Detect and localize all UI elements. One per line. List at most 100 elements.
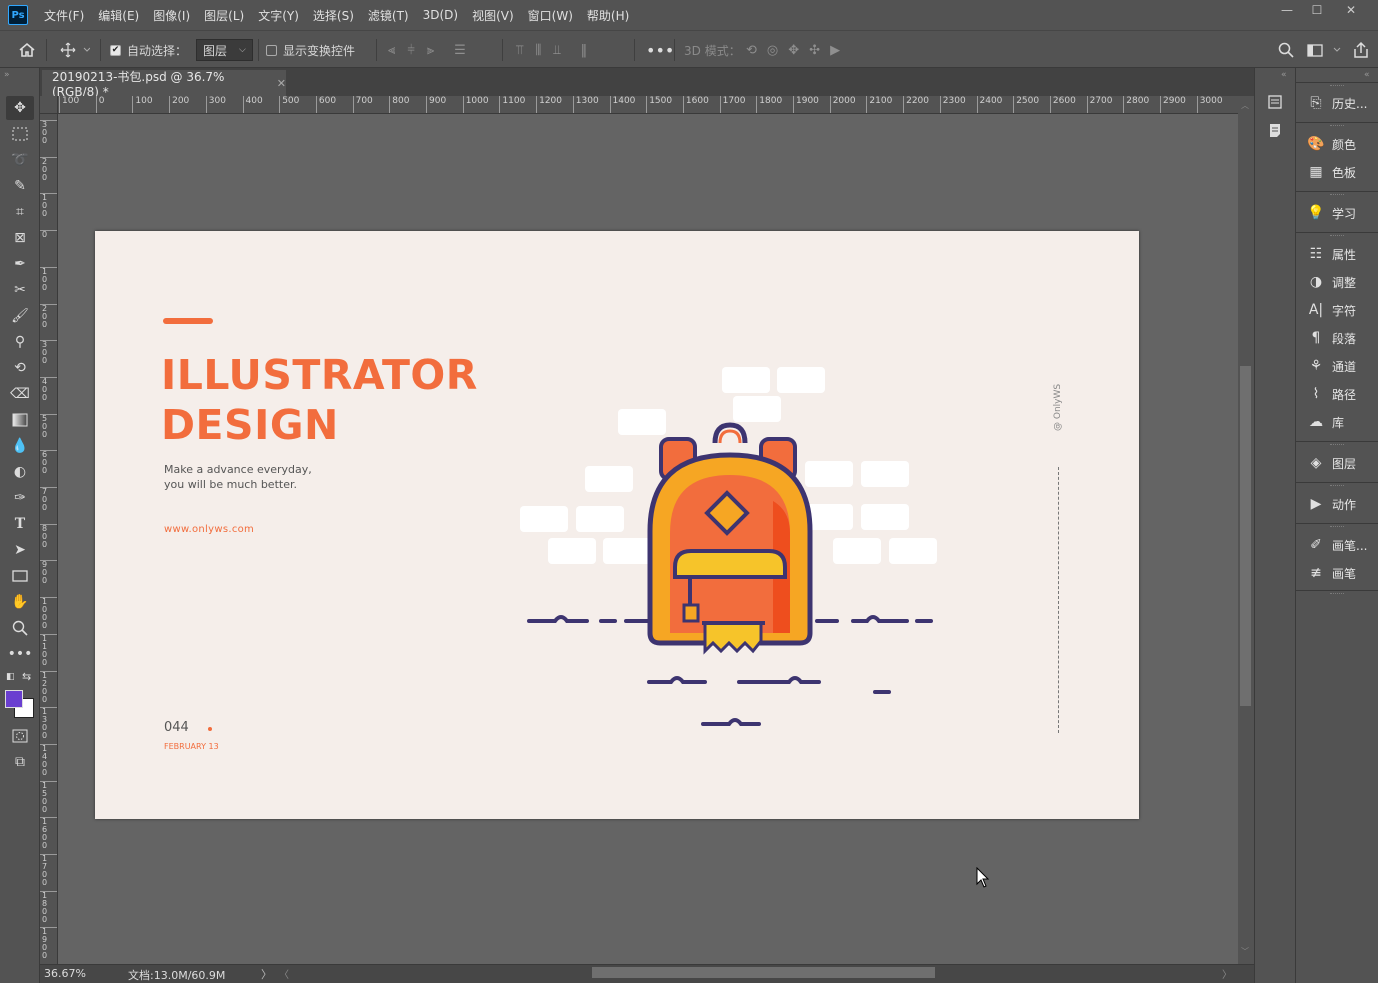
rectangular-marquee-icon[interactable] [6,122,34,146]
zoom-tool-icon[interactable] [6,616,34,640]
menu-3d[interactable]: 3D(D) [423,8,458,22]
align-left-icon[interactable]: ⫷ [388,43,395,58]
distribute-horizontal-icon[interactable]: ☰ [454,43,466,58]
panel-color[interactable]: 🎨 颜色 [1296,131,1378,157]
dodge-icon[interactable]: ◐ [6,460,34,484]
auto-select-checkbox[interactable]: ✔ 自动选择： [110,31,187,69]
frame-tool-icon[interactable]: ⊠ [6,226,34,250]
menu-filter[interactable]: 滤镜(T) [368,7,409,24]
more-options-icon[interactable]: ••• [646,31,674,69]
collapse-arrows-icon[interactable]: » [4,70,10,80]
collapse-arrows-icon[interactable]: « [1281,70,1287,80]
minimize-button[interactable]: — [1272,0,1302,20]
photoshop-logo[interactable]: Ps [8,5,28,25]
align-vertical-center-icon[interactable]: ⫼ [535,43,541,58]
distribute-vertical-icon[interactable]: ‖ [581,43,588,58]
hand-tool-icon[interactable]: ✋ [6,590,34,614]
history-brush-icon[interactable]: ⟲ [6,356,34,380]
default-colors-icon[interactable]: ◧ [6,672,15,682]
brush-icon[interactable]: 🖌 [6,304,34,328]
panel-layers[interactable]: ◈ 图层 [1296,450,1378,476]
panel-brushes[interactable]: ≢ 画笔 [1296,560,1378,586]
document-canvas[interactable]: ILLUSTRATOR DESIGN Make a advance everyd… [95,231,1139,819]
close-button[interactable]: ✕ [1336,0,1366,20]
path-selection-icon[interactable]: ➤ [6,538,34,562]
search-icon[interactable] [1278,31,1294,69]
pen-icon[interactable]: ✑ [6,486,34,510]
menu-window[interactable]: 窗口(W) [528,7,573,24]
3d-slide-icon[interactable]: ✣ [809,43,820,58]
panel-learn[interactable]: 💡 学习 [1296,200,1378,226]
healing-brush-icon[interactable]: ✂ [6,278,34,302]
panel-properties[interactable]: ☷ 属性 [1296,241,1378,267]
close-tab-icon[interactable]: ✕ [277,77,286,90]
clone-stamp-icon[interactable]: ⚲ [6,330,34,354]
status-menu-arrow-icon[interactable]: 〉 [261,966,272,982]
menu-image[interactable]: 图像(I) [153,7,190,24]
3d-camera-icon[interactable]: ▶ [830,43,840,58]
workspace-switcher-icon[interactable] [1306,31,1342,69]
blur-icon[interactable]: 💧 [6,434,34,458]
panel-libraries[interactable]: ☁ 库 [1296,409,1378,435]
document-tab[interactable]: 20190213-书包.psd @ 36.7%(RGB/8) * ✕ [42,70,286,99]
rectangle-tool-icon[interactable] [6,564,34,588]
menu-help[interactable]: 帮助(H) [587,7,629,24]
home-icon[interactable] [18,31,36,69]
ruler-origin[interactable] [40,96,58,114]
foreground-color-swatch[interactable] [5,690,23,708]
panel-channels[interactable]: ⚘ 通道 [1296,353,1378,379]
notes-panel-icon[interactable] [1267,122,1283,141]
vertical-scroll-thumb[interactable] [1240,366,1251,706]
eraser-icon[interactable]: ⌫ [6,382,34,406]
panel-paths[interactable]: ⌇ 路径 [1296,381,1378,407]
horizontal-scroll-thumb[interactable] [592,967,935,978]
panel-history[interactable]: ⎘ 历史... [1296,90,1378,116]
panel-swatches[interactable]: ▦ 色板 [1296,159,1378,185]
show-transform-controls-checkbox[interactable]: 显示变换控件 [266,31,355,69]
eyedropper-icon[interactable]: ✒ [6,252,34,276]
panel-character[interactable]: A| 字符 [1296,297,1378,323]
auto-select-target-dropdown[interactable]: 图层 ⌵ [196,39,253,61]
align-horizontal-center-icon[interactable]: ⫩ [407,43,414,58]
horizontal-ruler[interactable]: 100 0 100 200 300 400 500 600 700 800 900 1000 1100 1… [58,96,1238,114]
scroll-up-arrow-icon[interactable]: ︿ [1241,100,1249,111]
menu-type[interactable]: 文字(Y) [258,7,299,24]
align-bottom-icon[interactable]: ⫫ [553,43,560,58]
swap-colors-icon[interactable]: ⇆ [22,670,31,683]
zoom-level[interactable]: 36.67% [44,967,86,980]
move-tool-icon[interactable]: ✥ [6,96,34,120]
edit-toolbar-icon[interactable]: ••• [6,642,34,666]
3d-orbit-icon[interactable]: ⟲ [746,43,757,58]
align-right-icon[interactable]: ⫸ [427,43,434,58]
menu-file[interactable]: 文件(F) [44,7,84,24]
quick-mask-icon[interactable] [6,724,34,748]
mouse-cursor-icon [976,867,990,888]
align-top-icon[interactable]: ⫪ [516,43,523,58]
scroll-left-arrow-icon[interactable]: 〈 [279,966,289,981]
crop-icon[interactable]: ⌗ [6,200,34,224]
panel-adjustments[interactable]: ◑ 调整 [1296,269,1378,295]
character-icon: A| [1308,302,1324,318]
move-tool-preset-icon[interactable] [60,31,90,69]
lasso-icon[interactable]: ➰ [6,148,34,172]
3d-roll-icon[interactable]: ◎ [767,43,778,58]
menu-select[interactable]: 选择(S) [313,7,354,24]
scroll-right-arrow-icon[interactable]: 〉 [1222,966,1232,981]
panel-dock-icon[interactable] [1267,94,1283,113]
share-icon[interactable] [1352,31,1370,69]
menu-layer[interactable]: 图层(L) [204,7,244,24]
vertical-ruler[interactable]: 3 0 0 2 0 0 1 0 0 0 1 0 0 2 0 0 3 0 0 4 0 0 5 0 … [40,114,58,964]
scroll-down-arrow-icon[interactable]: ﹀ [1241,946,1249,957]
gradient-icon[interactable] [6,408,34,432]
expand-panels-icon[interactable]: « [1364,70,1370,80]
screen-mode-icon[interactable]: ⧉ [6,750,34,774]
3d-pan-icon[interactable]: ✥ [788,43,799,58]
panel-brush-settings[interactable]: ✐ 画笔... [1296,532,1378,558]
panel-paragraph[interactable]: ¶ 段落 [1296,325,1378,351]
menu-edit[interactable]: 编辑(E) [98,7,139,24]
type-tool-icon[interactable]: T [6,512,34,536]
menu-view[interactable]: 视图(V) [472,7,514,24]
maximize-button[interactable]: ☐ [1302,0,1332,20]
panel-actions[interactable]: ▶ 动作 [1296,491,1378,517]
quick-selection-icon[interactable]: ✎ [6,174,34,198]
